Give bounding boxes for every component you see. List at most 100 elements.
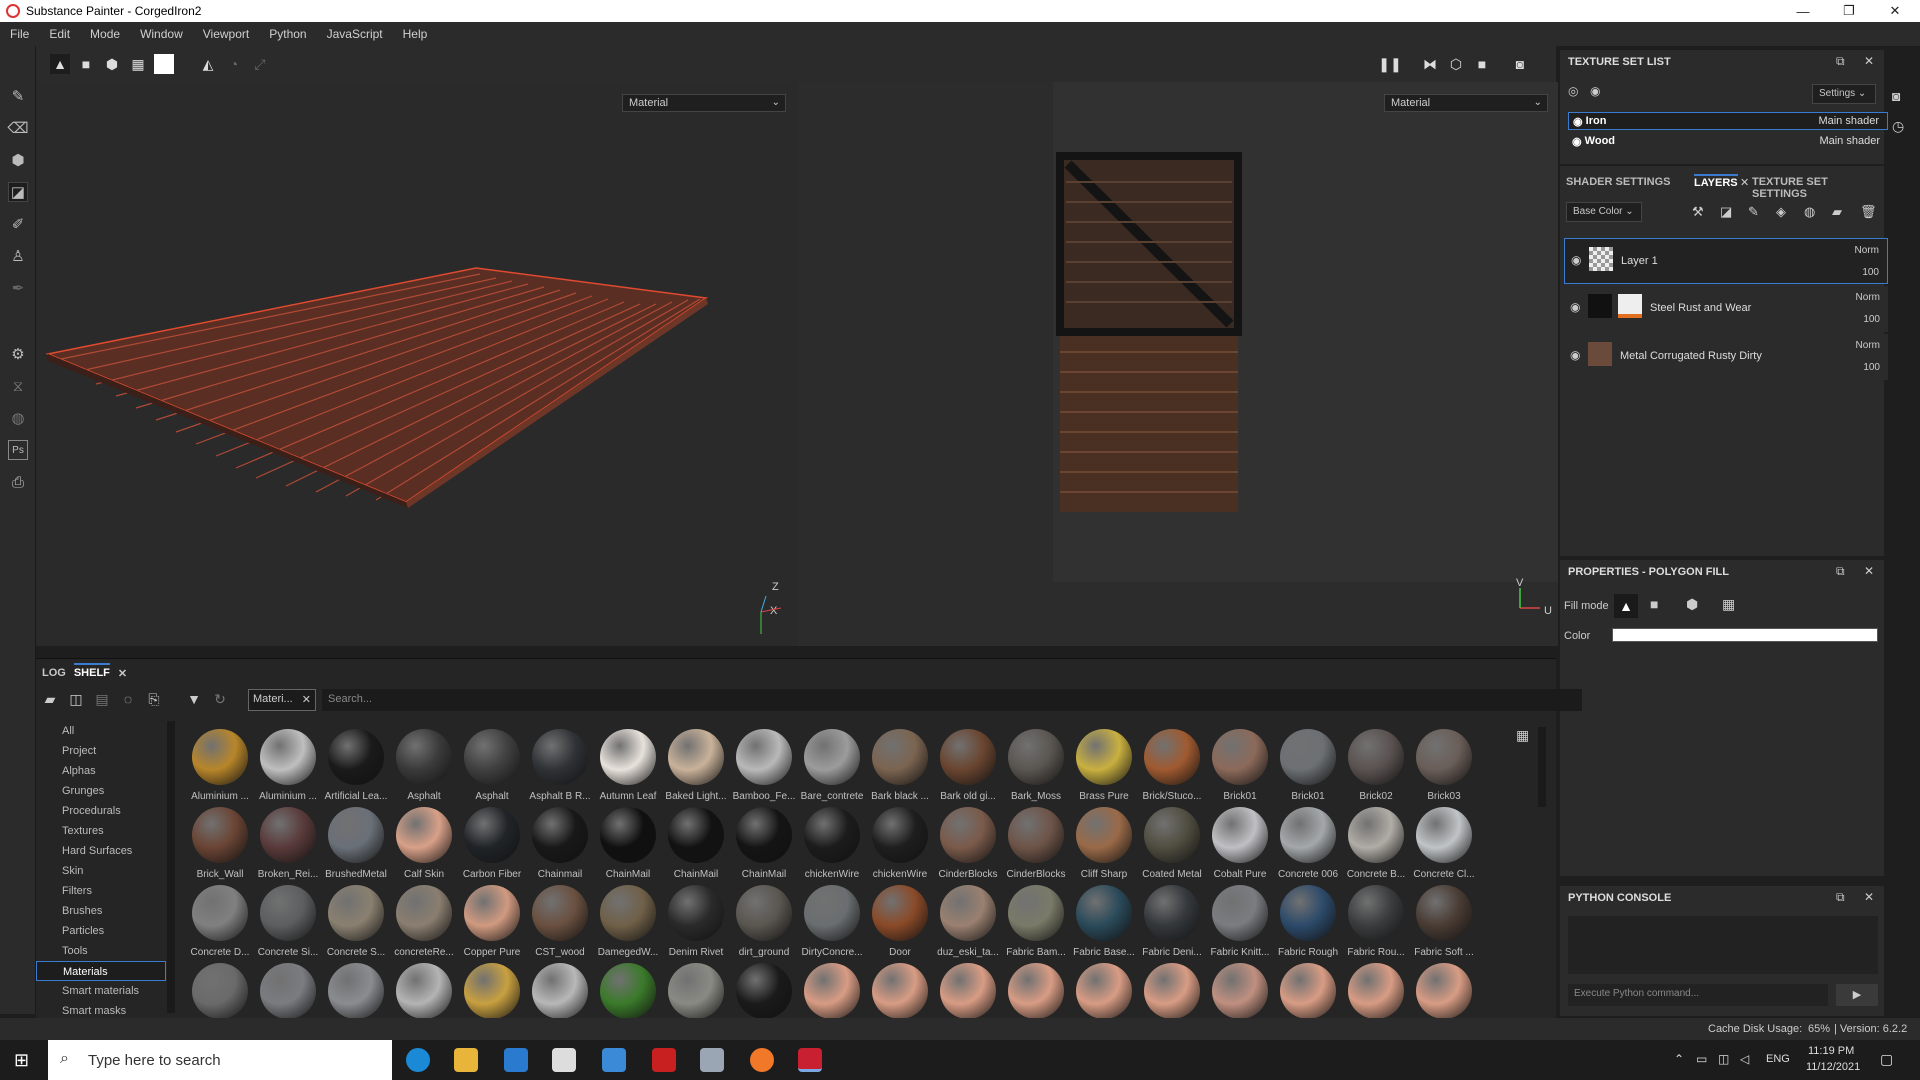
material-tile[interactable]: CinderBlocks bbox=[1002, 805, 1070, 883]
material-tile[interactable]: Calf Skin bbox=[390, 805, 458, 883]
material-tile[interactable]: concreteRe... bbox=[390, 883, 458, 961]
edge-icon[interactable] bbox=[406, 1048, 430, 1072]
color-picker-icon[interactable]: ✒ bbox=[8, 278, 28, 298]
opacity-value[interactable]: 100 bbox=[1863, 314, 1880, 325]
settings-gear-icon[interactable]: ⚙ bbox=[8, 344, 28, 364]
category-smart-materials[interactable]: Smart materials bbox=[36, 981, 166, 1001]
category-hard-surfaces[interactable]: Hard Surfaces bbox=[36, 841, 166, 861]
material-tile[interactable]: Door bbox=[866, 883, 934, 961]
quad-fill-icon[interactable]: ■ bbox=[76, 54, 96, 74]
layer-row-steel-rust[interactable]: ◉ Steel Rust and Wear Norm 100 bbox=[1564, 286, 1888, 332]
menu-help[interactable]: Help bbox=[393, 27, 438, 41]
material-tile[interactable]: Brick03 bbox=[1410, 727, 1478, 805]
categories-scrollbar[interactable] bbox=[167, 721, 175, 1013]
menu-window[interactable]: Window bbox=[130, 27, 193, 41]
close-tab-icon[interactable]: ✕ bbox=[118, 667, 127, 680]
tab-log[interactable]: LOG bbox=[42, 667, 66, 680]
close-icon[interactable]: ✕ bbox=[302, 693, 311, 706]
menu-file[interactable]: File bbox=[0, 27, 39, 41]
material-tile[interactable]: CinderBlocks bbox=[934, 805, 1002, 883]
material-tile[interactable]: Cliff Sharp bbox=[1070, 805, 1138, 883]
float-panel-icon[interactable]: ⧉ bbox=[1836, 890, 1845, 905]
shelf-search-input[interactable]: Search... bbox=[322, 689, 1582, 711]
polygon-fill-icon[interactable]: ◪ bbox=[8, 182, 28, 202]
material-tile[interactable]: Concrete Si... bbox=[254, 883, 322, 961]
material-tile[interactable]: CST_wood bbox=[526, 883, 594, 961]
menu-edit[interactable]: Edit bbox=[39, 27, 80, 41]
material-tile[interactable]: Artificial Lea... bbox=[322, 727, 390, 805]
tab-texture-set-settings[interactable]: TEXTURE SET SETTINGS bbox=[1752, 176, 1884, 200]
visibility-eye-icon[interactable]: ◉ bbox=[1571, 253, 1581, 267]
material-tile[interactable]: Brick01 bbox=[1274, 727, 1342, 805]
material-tile[interactable]: Fabric Deni... bbox=[1138, 883, 1206, 961]
material-tile[interactable]: Bare_contrete bbox=[798, 727, 866, 805]
float-panel-icon[interactable]: ⧉ bbox=[1836, 54, 1845, 69]
category-filters[interactable]: Filters bbox=[36, 881, 166, 901]
category-particles[interactable]: Particles bbox=[36, 921, 166, 941]
material-tile[interactable]: Denim Rivet bbox=[662, 883, 730, 961]
close-panel-icon[interactable]: ✕ bbox=[1864, 564, 1874, 578]
material-tile[interactable]: DamegedW... bbox=[594, 883, 662, 961]
texture-set-wood[interactable]: ◉ Wood Main shader bbox=[1568, 132, 1888, 150]
layer-row-layer-1[interactable]: ◉ Layer 1 Norm 100 bbox=[1564, 238, 1888, 284]
material-tile[interactable]: Copper Pure bbox=[458, 883, 526, 961]
material-tile[interactable]: Bark black ... bbox=[866, 727, 934, 805]
opacity-value[interactable]: 100 bbox=[1863, 362, 1880, 373]
material-tile[interactable]: chickenWire bbox=[866, 805, 934, 883]
mesh-fill-icon[interactable]: ⬢ bbox=[1686, 596, 1698, 613]
visibility-eye-icon[interactable]: ◉ bbox=[1570, 348, 1580, 362]
archive-icon[interactable]: ▤ bbox=[92, 689, 112, 709]
hide-icon[interactable]: ◌ bbox=[118, 689, 138, 709]
material-tile[interactable]: Brick/Stuco... bbox=[1138, 727, 1206, 805]
app-icon[interactable] bbox=[700, 1048, 724, 1072]
category-skin[interactable]: Skin bbox=[36, 861, 166, 881]
python-command-input[interactable]: Execute Python command... bbox=[1568, 984, 1828, 1006]
minimize-button[interactable]: — bbox=[1780, 0, 1826, 22]
opacity-value[interactable]: 100 bbox=[1862, 267, 1879, 278]
layer-row-metal-corrugated[interactable]: ◉ Metal Corrugated Rusty Dirty Norm 100 bbox=[1564, 334, 1888, 380]
category-all[interactable]: All bbox=[36, 721, 166, 741]
screenshot-icon[interactable]: ◙ bbox=[1510, 54, 1530, 74]
quad-fill-icon[interactable]: ■ bbox=[1650, 596, 1658, 612]
material-tile[interactable]: Brick_Wall bbox=[186, 805, 254, 883]
material-tile[interactable]: Fabric Rough bbox=[1274, 883, 1342, 961]
menu-viewport[interactable]: Viewport bbox=[193, 27, 259, 41]
clock-time[interactable]: 11:19 PM bbox=[1808, 1045, 1854, 1057]
material-tile[interactable]: Chainmail bbox=[526, 805, 594, 883]
chevron-up-icon[interactable]: ⌃ bbox=[1674, 1052, 1684, 1066]
visibility-eye-icon[interactable]: ◉ bbox=[1573, 115, 1583, 128]
mask-thumbnail[interactable] bbox=[1618, 294, 1642, 318]
blend-mode-select[interactable]: Norm bbox=[1856, 340, 1880, 351]
add-fill-layer-icon[interactable]: ◈ bbox=[1776, 204, 1786, 220]
material-tile[interactable]: Fabric Rou... bbox=[1342, 883, 1410, 961]
blend-mode-select[interactable]: Norm bbox=[1856, 292, 1880, 303]
float-panel-icon[interactable]: ⧉ bbox=[1836, 564, 1845, 579]
material-tile[interactable]: Concrete S... bbox=[322, 883, 390, 961]
eye-icon[interactable]: ◉ bbox=[1590, 84, 1600, 98]
menu-mode[interactable]: Mode bbox=[80, 27, 130, 41]
photoshop-icon[interactable]: Ps bbox=[8, 440, 28, 460]
category-procedurals[interactable]: Procedurals bbox=[36, 801, 166, 821]
close-button[interactable]: ✕ bbox=[1872, 0, 1918, 22]
shelf-scrollbar[interactable] bbox=[1538, 727, 1546, 807]
category-grunges[interactable]: Grunges bbox=[36, 781, 166, 801]
material-tile[interactable]: Fabric Knitt... bbox=[1206, 883, 1274, 961]
menu-python[interactable]: Python bbox=[259, 27, 316, 41]
category-materials[interactable]: Materials bbox=[36, 961, 166, 981]
triangle-fill-icon[interactable]: ▲ bbox=[1614, 594, 1638, 618]
material-tile[interactable]: Bark old gi... bbox=[934, 727, 1002, 805]
clone-stamp-icon[interactable]: ♙ bbox=[8, 246, 28, 266]
substance-painter-icon[interactable] bbox=[798, 1048, 822, 1072]
material-tile[interactable]: dirt_ground bbox=[730, 883, 798, 961]
material-tile[interactable]: Asphalt bbox=[458, 727, 526, 805]
volume-icon[interactable]: ◁ bbox=[1740, 1052, 1749, 1066]
viewport-2d[interactable]: Material ⌄ U V bbox=[798, 82, 1558, 646]
category-project[interactable]: Project bbox=[36, 741, 166, 761]
channel-dropdown[interactable]: Base Color ⌄ bbox=[1566, 202, 1642, 222]
filter-icon[interactable]: ▼ bbox=[184, 689, 204, 709]
taskbar-search-input[interactable]: ⌕ Type here to search bbox=[48, 1040, 392, 1080]
category-textures[interactable]: Textures bbox=[36, 821, 166, 841]
material-tile[interactable]: Autumn Leaf bbox=[594, 727, 662, 805]
material-tile[interactable]: Bamboo_Fe... bbox=[730, 727, 798, 805]
material-tile[interactable]: ChainMail bbox=[662, 805, 730, 883]
